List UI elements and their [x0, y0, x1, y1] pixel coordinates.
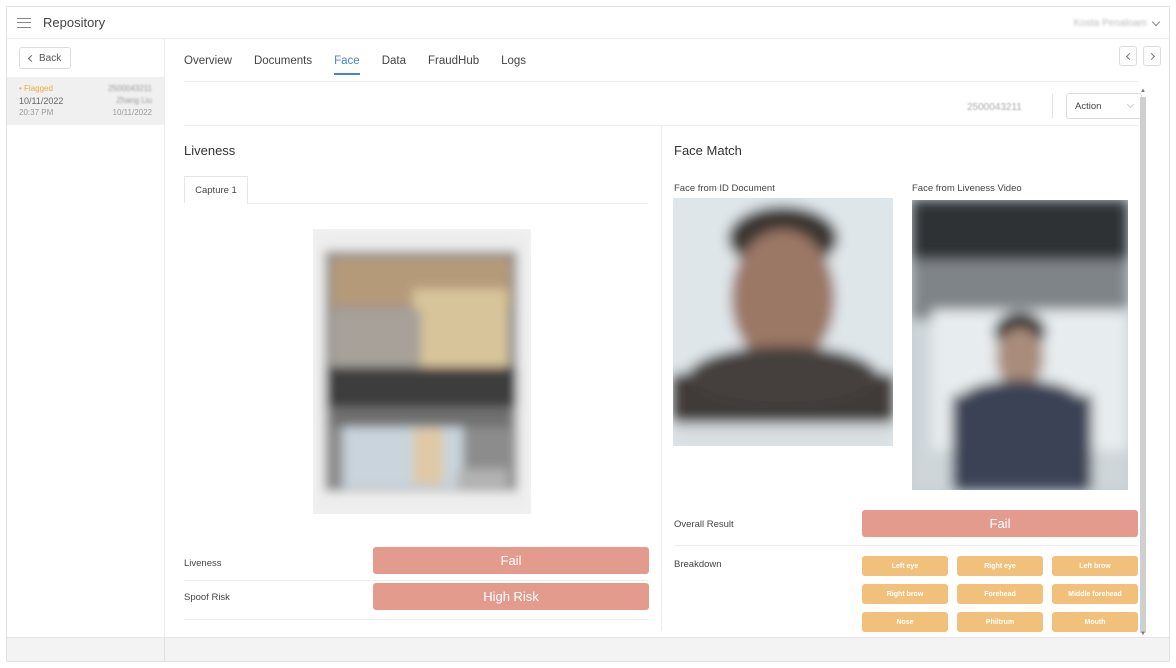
- chevron-down-icon: [1151, 17, 1161, 26]
- liveness-capture-graphic: [313, 229, 531, 514]
- liveness-title: Liveness: [184, 143, 236, 158]
- bottom-bar: [7, 637, 1169, 661]
- action-select-label: Action: [1075, 100, 1102, 112]
- menu-icon[interactable]: [17, 17, 31, 28]
- breakdown-chip-forehead: Forehead: [957, 584, 1043, 604]
- tab-capture-1[interactable]: Capture 1: [184, 176, 248, 203]
- scrollbar-thumb[interactable]: [1140, 97, 1146, 633]
- record-time: 20:37 PM: [19, 108, 54, 117]
- scroll-up-icon[interactable]: ▲: [1140, 88, 1146, 94]
- chevron-right-icon: [1147, 52, 1155, 60]
- tab-overview[interactable]: Overview: [184, 55, 232, 75]
- divider: [1052, 94, 1053, 118]
- breakdown-chip-left-eye: Left eye: [862, 556, 948, 576]
- user-name: Kosta Penaloam: [1073, 17, 1147, 29]
- id-document-face-image: [673, 198, 893, 446]
- spoof-risk-label: Spoof Risk: [184, 592, 230, 603]
- breakdown-chip-left-brow: Left brow: [1052, 556, 1138, 576]
- app-window: Repository Kosta Penaloam Back • Flagged…: [6, 6, 1170, 662]
- tab-fraudhub[interactable]: FraudHub: [428, 55, 479, 75]
- chevron-left-icon: [1125, 52, 1133, 60]
- face-match-title: Face Match: [674, 143, 742, 158]
- record-id: 2500043211: [108, 84, 152, 93]
- tabs-divider: [184, 81, 1138, 82]
- app-title: Repository: [43, 15, 106, 30]
- chevron-left-icon: [27, 54, 36, 62]
- row-divider: [184, 580, 648, 581]
- overall-result-label: Overall Result: [674, 519, 734, 530]
- record-name: Zhang Liu: [116, 96, 152, 105]
- record-id-label: 2500043211: [967, 102, 1022, 113]
- tab-data[interactable]: Data: [382, 55, 406, 75]
- next-record-button[interactable]: [1143, 46, 1161, 66]
- breakdown-chip-philtrum: Philtrum: [957, 612, 1043, 632]
- previous-record-button[interactable]: [1119, 46, 1137, 66]
- liveness-video-face-image: [912, 200, 1128, 490]
- record-status: • Flagged: [19, 84, 53, 93]
- tab-documents[interactable]: Documents: [254, 55, 312, 75]
- liveness-label: Liveness: [184, 558, 222, 569]
- back-label: Back: [39, 52, 62, 64]
- panel-divider: [661, 126, 662, 631]
- video-face-graphic: [912, 200, 1128, 490]
- liveness-capture-image: [313, 229, 531, 514]
- liveness-result-badge: Fail: [373, 547, 649, 574]
- breakdown-chip-right-brow: Right brow: [862, 584, 948, 604]
- row-divider: [184, 619, 648, 620]
- breakdown-chip-nose: Nose: [862, 612, 948, 632]
- liveness-video-face-label: Face from Liveness Video: [912, 183, 1022, 194]
- breakdown-chip-right-eye: Right eye: [957, 556, 1043, 576]
- breakdown-chip-mouth: Mouth: [1052, 612, 1138, 632]
- divider: [164, 638, 165, 661]
- capture-tabs-divider: [247, 203, 648, 204]
- tab-face[interactable]: Face: [334, 55, 360, 75]
- action-select[interactable]: Action: [1066, 93, 1142, 119]
- overall-result-badge: Fail: [862, 510, 1138, 537]
- chevron-down-icon: [1126, 100, 1135, 109]
- breakdown-label: Breakdown: [674, 559, 722, 570]
- tab-logs[interactable]: Logs: [501, 55, 526, 75]
- breakdown-chip-middle-forehead: Middle forehead: [1052, 584, 1138, 604]
- record-date-secondary: 10/11/2022: [112, 108, 152, 117]
- sidebar: Back • Flagged 2500043211 10/11/2022 Zha…: [7, 39, 165, 639]
- id-face-graphic: [673, 198, 893, 446]
- record-list-item[interactable]: • Flagged 2500043211 10/11/2022 Zhang Li…: [7, 77, 164, 125]
- top-bar: Repository Kosta Penaloam: [7, 7, 1169, 39]
- spoof-risk-badge: High Risk: [373, 583, 649, 610]
- user-menu[interactable]: Kosta Penaloam: [1073, 7, 1161, 39]
- record-date: 10/11/2022: [19, 96, 64, 106]
- back-button[interactable]: Back: [19, 47, 72, 69]
- id-document-face-label: Face from ID Document: [674, 183, 775, 194]
- row-divider: [674, 545, 1138, 546]
- tab-bar: Overview Documents Face Data FraudHub Lo…: [184, 55, 526, 75]
- record-navigation: [1119, 46, 1161, 66]
